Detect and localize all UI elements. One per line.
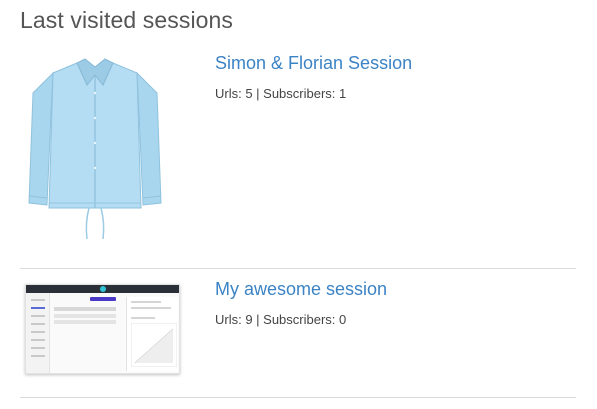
dashboard-chart-panel (126, 297, 178, 371)
divider (20, 397, 576, 398)
dashboard-topbar (26, 285, 179, 293)
session-title-link[interactable]: Simon & Florian Session (215, 53, 412, 74)
page-title: Last visited sessions (20, 7, 234, 33)
jacket-image (28, 58, 162, 240)
session-meta: Urls: 5 | Subscribers: 1 (215, 86, 347, 101)
dashboard-mini-chart (131, 323, 177, 367)
session-item: My awesome session Urls: 9 | Subscribers… (20, 279, 576, 379)
session-thumbnail[interactable] (25, 284, 180, 374)
session-item: Simon & Florian Session Urls: 5 | Subscr… (20, 53, 576, 253)
divider (20, 268, 576, 269)
dashboard-sidebar (26, 293, 50, 373)
session-title-link[interactable]: My awesome session (215, 279, 387, 300)
session-thumbnail[interactable] (20, 53, 185, 243)
session-meta: Urls: 9 | Subscribers: 0 (215, 312, 347, 327)
